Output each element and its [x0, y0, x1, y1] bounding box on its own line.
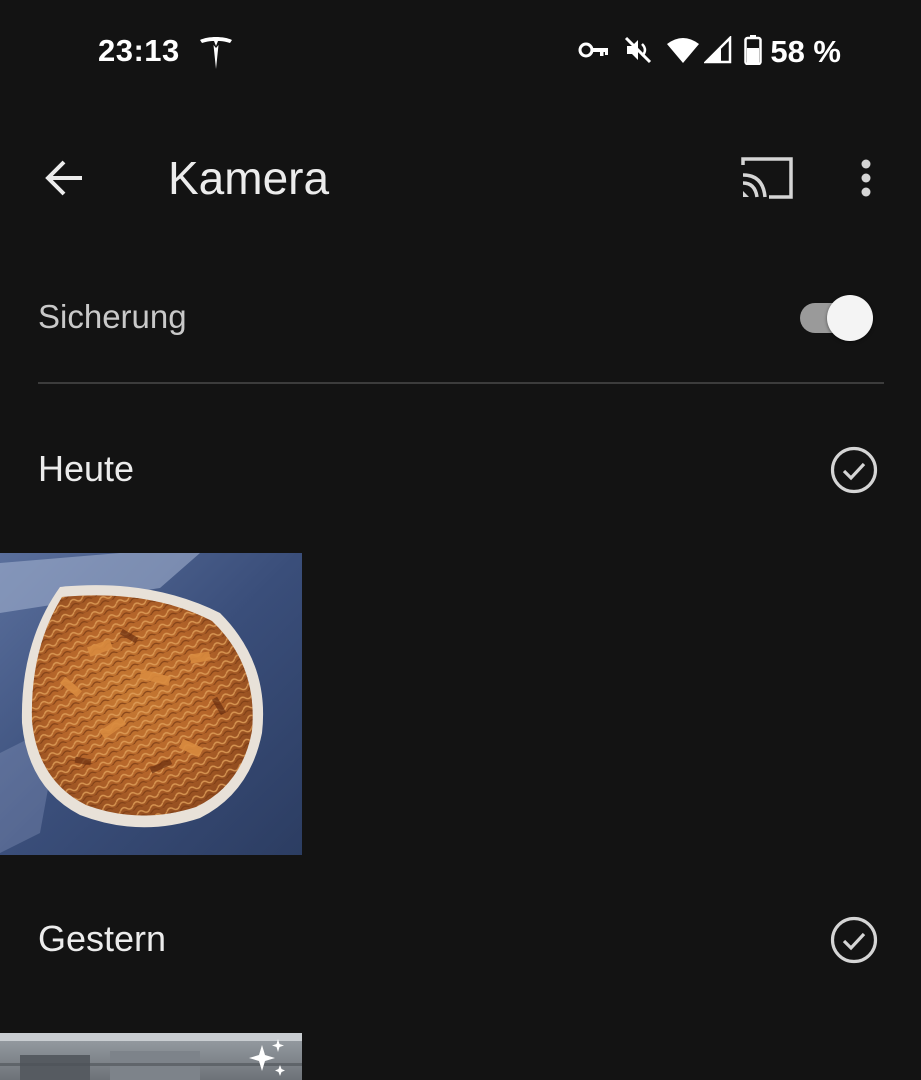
- photo-thumbnail[interactable]: [0, 1033, 302, 1080]
- check-circle-icon: [830, 446, 878, 494]
- wifi-icon: [666, 36, 700, 69]
- tesla-icon: [198, 34, 234, 70]
- cast-button[interactable]: [736, 150, 798, 206]
- status-icons: 58 %: [566, 30, 841, 74]
- back-button[interactable]: [36, 150, 92, 206]
- section-title: Heute: [38, 448, 135, 489]
- select-section-button[interactable]: [828, 444, 880, 496]
- select-section-button[interactable]: [828, 914, 880, 966]
- section-title: Gestern: [38, 918, 167, 959]
- back-arrow-icon: [45, 160, 82, 196]
- section-header-yesterday: Gestern: [0, 910, 921, 970]
- vpn-key-icon: [578, 40, 610, 65]
- more-options-button[interactable]: [840, 150, 892, 206]
- status-time: 23:13: [98, 33, 180, 68]
- section-header-today: Heute: [0, 440, 921, 500]
- divider: [38, 382, 884, 384]
- backup-label: Sicherung: [38, 298, 187, 335]
- battery-percentage: 58 %: [770, 34, 841, 69]
- toggle-thumb: [827, 295, 873, 341]
- status-bar: 23:13 58 %: [0, 0, 921, 104]
- backup-setting-row: Sicherung: [0, 282, 921, 354]
- app-bar: Kamera: [0, 130, 921, 226]
- cast-icon: [741, 157, 793, 199]
- more-vert-icon: [861, 159, 871, 197]
- battery-icon: [744, 34, 763, 70]
- mute-icon: [622, 34, 654, 71]
- photo-thumbnail[interactable]: [0, 553, 302, 855]
- photos-folder-screen: 23:13 58 % Kamera Sicherung Heute Gester…: [0, 0, 921, 1080]
- signal-icon: [703, 34, 732, 69]
- backup-toggle[interactable]: [798, 294, 878, 342]
- page-title: Kamera: [168, 152, 330, 204]
- check-circle-icon: [830, 916, 878, 964]
